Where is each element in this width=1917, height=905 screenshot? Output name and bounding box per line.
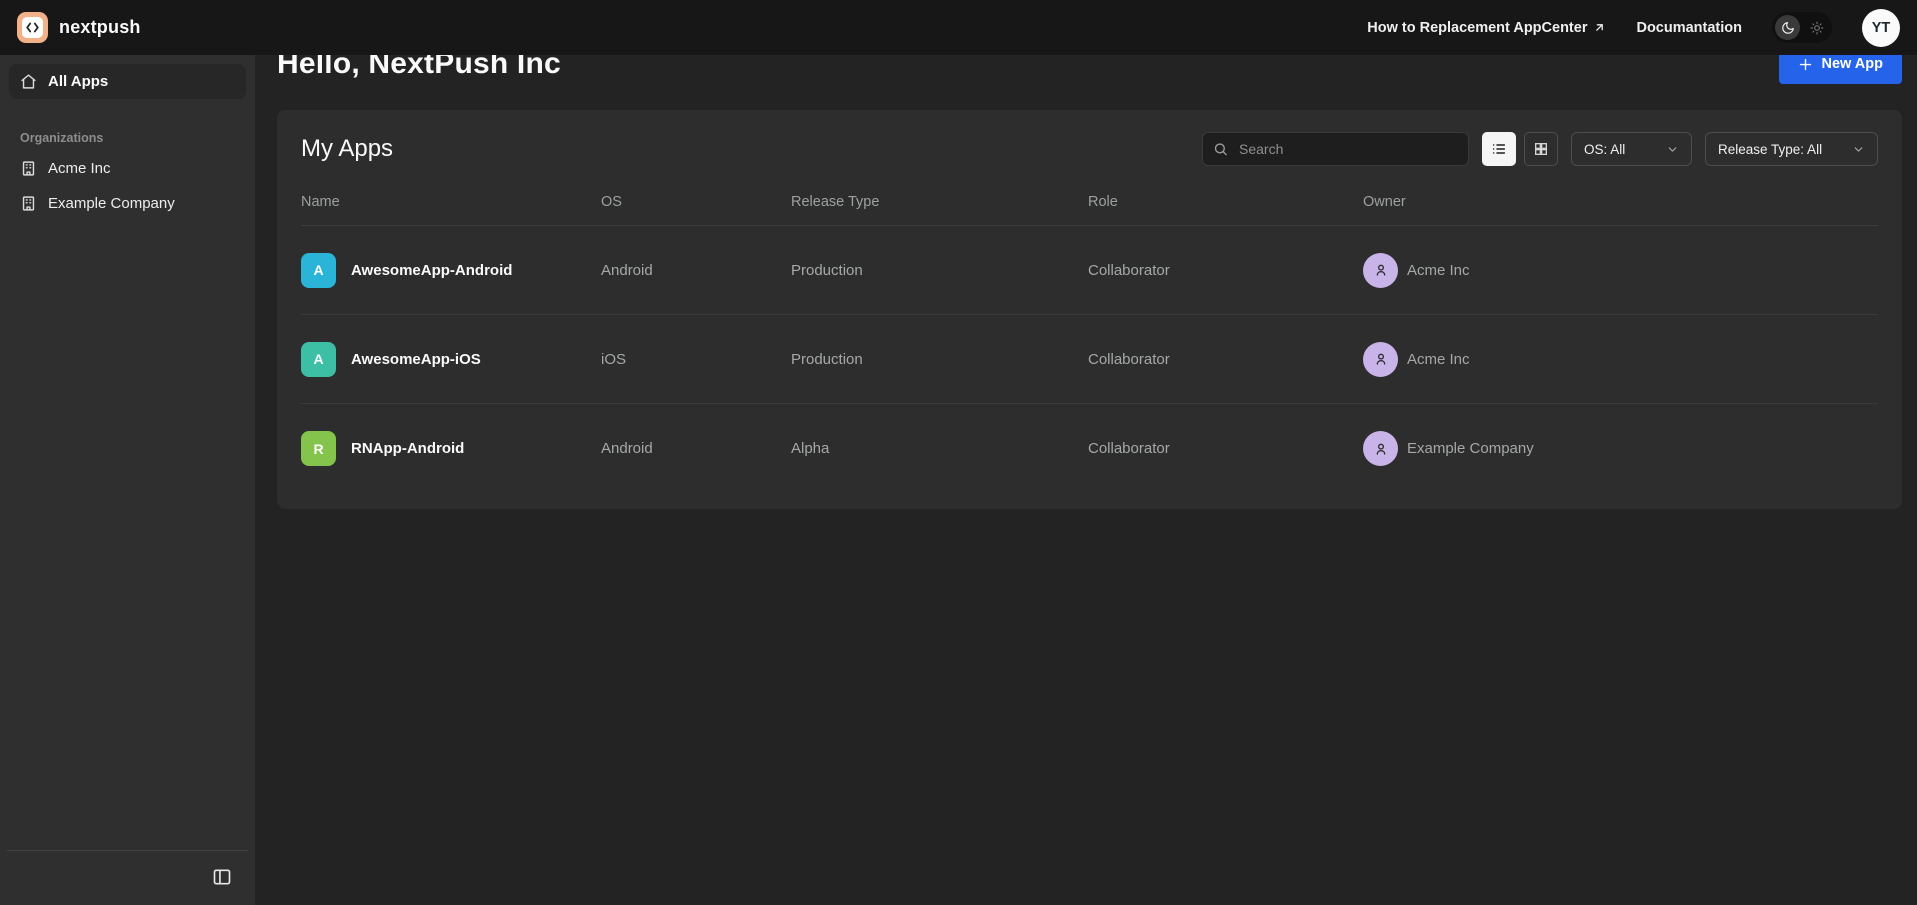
- app-name[interactable]: AwesomeApp-iOS: [351, 351, 481, 368]
- owner-name: Acme Inc: [1407, 262, 1470, 279]
- list-icon: [1491, 141, 1507, 157]
- brand[interactable]: nextpush: [17, 12, 141, 43]
- release-type-filter-value: Release Type: All: [1718, 142, 1822, 157]
- app-release-type: Production: [791, 351, 1088, 368]
- sidebar-footer: [7, 850, 248, 905]
- apps-table: Name OS Release Type Role Owner A Awesom…: [301, 184, 1878, 493]
- owner-avatar: [1363, 253, 1398, 288]
- table-row[interactable]: R RNApp-Android Android Alpha Collaborat…: [301, 404, 1878, 493]
- table-header-row: Name OS Release Type Role Owner: [301, 184, 1878, 226]
- table-body: A AwesomeApp-Android Android Production …: [301, 226, 1878, 493]
- theme-toggle[interactable]: [1772, 12, 1832, 43]
- os-filter-select[interactable]: OS: All: [1571, 132, 1692, 166]
- building-icon: [20, 195, 37, 212]
- sidebar-item-label: Acme Inc: [48, 160, 111, 177]
- chevron-down-icon: [1666, 143, 1679, 156]
- owner-name: Example Company: [1407, 440, 1534, 457]
- sidebar: All Apps Organizations Acme Inc Example …: [0, 55, 255, 905]
- os-filter-value: OS: All: [1584, 142, 1625, 157]
- home-icon: [20, 73, 37, 90]
- column-header-name: Name: [301, 194, 601, 210]
- nextpush-logo-icon: [17, 12, 48, 43]
- light-mode-sun-icon[interactable]: [1804, 15, 1829, 40]
- column-header-os: OS: [601, 194, 791, 210]
- view-toggle: [1482, 132, 1558, 166]
- plus-icon: [1798, 57, 1813, 72]
- arrow-up-right-icon: [1593, 21, 1606, 34]
- app-release-type: Production: [791, 262, 1088, 279]
- sidebar-item-label: All Apps: [48, 73, 108, 90]
- person-icon: [1373, 262, 1389, 278]
- app-os: Android: [601, 262, 791, 279]
- howto-appcenter-label: How to Replacement AppCenter: [1367, 20, 1587, 36]
- building-icon: [20, 160, 37, 177]
- my-apps-card: My Apps: [277, 110, 1902, 509]
- owner-avatar: [1363, 431, 1398, 466]
- app-release-type: Alpha: [791, 440, 1088, 457]
- owner-name: Acme Inc: [1407, 351, 1470, 368]
- column-header-role: Role: [1088, 194, 1363, 210]
- column-header-release-type: Release Type: [791, 194, 1088, 210]
- app-name[interactable]: RNApp-Android: [351, 440, 464, 457]
- app-os: Android: [601, 440, 791, 457]
- person-icon: [1373, 351, 1389, 367]
- app-role: Collaborator: [1088, 262, 1363, 279]
- card-title: My Apps: [301, 135, 393, 163]
- sidebar-item-example-company[interactable]: Example Company: [9, 186, 246, 221]
- app-name[interactable]: AwesomeApp-Android: [351, 262, 512, 279]
- app-icon: R: [301, 431, 336, 466]
- app-icon: A: [301, 253, 336, 288]
- howto-appcenter-link[interactable]: How to Replacement AppCenter: [1367, 20, 1606, 36]
- app-icon: A: [301, 342, 336, 377]
- owner-avatar: [1363, 342, 1398, 377]
- sidebar-item-all-apps[interactable]: All Apps: [9, 64, 246, 99]
- person-icon: [1373, 441, 1389, 457]
- column-header-owner: Owner: [1363, 194, 1878, 210]
- release-type-filter-select[interactable]: Release Type: All: [1705, 132, 1878, 166]
- list-view-button[interactable]: [1482, 132, 1516, 166]
- app-os: iOS: [601, 351, 791, 368]
- topbar: nextpush How to Replacement AppCenter Do…: [0, 0, 1917, 55]
- sidebar-item-acme-inc[interactable]: Acme Inc: [9, 151, 246, 186]
- chevron-down-icon: [1852, 143, 1865, 156]
- grid-icon: [1533, 141, 1549, 157]
- grid-view-button[interactable]: [1524, 132, 1558, 166]
- user-avatar[interactable]: YT: [1862, 9, 1900, 47]
- organizations-section-label: Organizations: [9, 121, 246, 151]
- brand-name: nextpush: [59, 17, 141, 38]
- table-row[interactable]: A AwesomeApp-Android Android Production …: [301, 226, 1878, 315]
- table-row[interactable]: A AwesomeApp-iOS iOS Production Collabor…: [301, 315, 1878, 404]
- new-app-label: New App: [1822, 56, 1884, 72]
- panel-left-icon: [212, 867, 232, 887]
- search-input[interactable]: [1202, 132, 1469, 166]
- main-content: Hello, NextPush Inc New App My Apps: [255, 0, 1917, 509]
- collapse-sidebar-button[interactable]: [210, 865, 234, 889]
- dark-mode-moon-icon[interactable]: [1775, 15, 1800, 40]
- documentation-link[interactable]: Documantation: [1636, 20, 1742, 36]
- sidebar-item-label: Example Company: [48, 195, 175, 212]
- app-role: Collaborator: [1088, 440, 1363, 457]
- search-icon: [1213, 142, 1228, 157]
- app-role: Collaborator: [1088, 351, 1363, 368]
- search-box: [1202, 132, 1469, 166]
